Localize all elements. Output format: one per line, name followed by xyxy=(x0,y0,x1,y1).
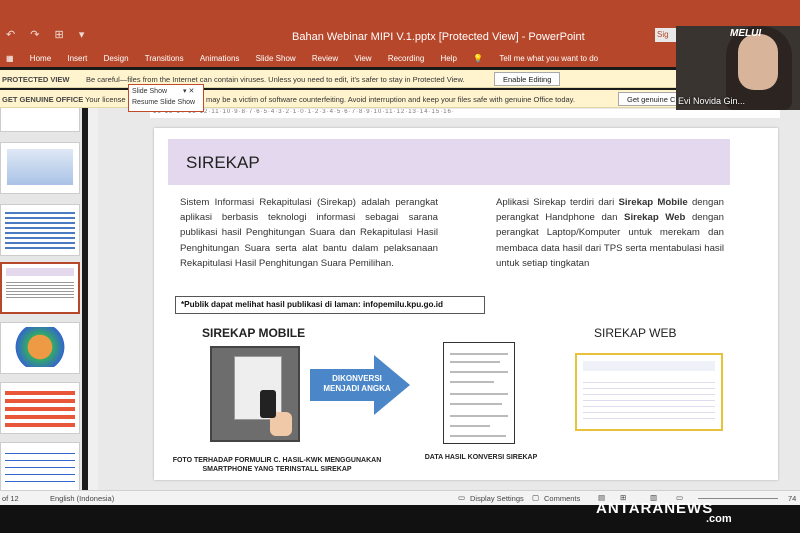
tab-review[interactable]: Review xyxy=(306,52,346,63)
enable-editing-button[interactable]: Enable Editing xyxy=(494,72,561,86)
tab-insert[interactable]: Insert xyxy=(61,52,95,63)
language-status[interactable]: English (Indonesia) xyxy=(50,494,114,503)
genuine-office-message: may be a victim of software counterfeiti… xyxy=(206,95,575,104)
smartphone-icon xyxy=(260,390,276,418)
participant-face xyxy=(738,34,778,90)
genuine-office-title: GET GENUINE OFFICE xyxy=(2,95,84,104)
zoom-level[interactable]: 74 xyxy=(788,494,796,503)
display-settings-button[interactable]: Display Settings xyxy=(470,494,524,503)
close-icon[interactable]: ✕ xyxy=(188,88,194,95)
tab-file[interactable]: ▦ xyxy=(0,52,22,63)
antara-watermark: ANTARANEWS xyxy=(596,500,714,517)
mobile-caption: FOTO TERHADAP FORMULIR C. HASIL-KWK MENG… xyxy=(172,457,382,473)
camera-banner-text: MELUI xyxy=(730,28,762,39)
comments-icon: ▢ xyxy=(532,493,540,502)
thumbnail-scrollbar[interactable] xyxy=(88,108,98,490)
genuine-office-message-start: Your license xyxy=(85,95,126,104)
sirekap-web-heading: SIREKAP WEB xyxy=(594,326,677,340)
slide-thumbnail[interactable] xyxy=(0,108,80,132)
slide-thumbnail[interactable] xyxy=(0,382,80,434)
tab-help[interactable]: Help xyxy=(435,52,465,63)
form-photo-image xyxy=(210,346,300,442)
dropdown-icon[interactable]: ▾ xyxy=(183,88,187,95)
get-genuine-office-button[interactable]: Get genuine C xyxy=(618,92,685,106)
slide-title: SIREKAP xyxy=(186,153,260,172)
tab-view[interactable]: View xyxy=(348,52,379,63)
tab-design[interactable]: Design xyxy=(98,52,137,63)
slide-thumbnail[interactable] xyxy=(0,204,80,256)
sirekap-mobile-heading: SIREKAP MOBILE xyxy=(202,326,306,340)
slide: SIREKAP Sistem Informasi Rekapitulasi (S… xyxy=(154,128,778,480)
protected-view-title: PROTECTED VIEW xyxy=(2,75,70,84)
sirekap-web-bold: Sirekap Web xyxy=(624,212,686,224)
zoom-slider[interactable] xyxy=(698,498,778,499)
slide-show-popup-header: Slide Show ▾ ✕ xyxy=(129,85,203,97)
sirekap-mobile-bold: Sirekap Mobile xyxy=(618,197,688,208)
title-band: SIREKAP xyxy=(168,139,730,185)
slide-thumbnail-panel xyxy=(0,108,82,490)
protected-view-message: Be careful—files from the Internet can c… xyxy=(86,75,465,84)
antara-com-watermark: .com xyxy=(706,513,732,525)
participant-name: Evi Novida Gin... xyxy=(678,96,746,106)
slide-counter: of 12 xyxy=(2,494,19,503)
tab-recording[interactable]: Recording xyxy=(382,52,432,63)
conversion-result-document-image xyxy=(443,342,515,444)
lightbulb-icon: 💡 xyxy=(473,54,484,63)
slide-show-popup-title: Slide Show xyxy=(132,88,168,95)
conversion-caption: DATA HASIL KONVERSI SIREKAP xyxy=(424,454,538,461)
tab-animations[interactable]: Animations xyxy=(194,52,248,63)
window-title: Bahan Webinar MIPI V.1.pptx [Protected V… xyxy=(292,31,585,43)
slide-show-popup: Slide Show ▾ ✕ Resume Slide Show xyxy=(128,84,204,112)
display-settings-icon: ▭ xyxy=(458,493,466,502)
sirekap-web-screenshot xyxy=(575,353,723,431)
tab-transitions[interactable]: Transitions xyxy=(139,52,192,63)
resume-slide-show-item[interactable]: Resume Slide Show xyxy=(129,97,203,108)
components-paragraph: Aplikasi Sirekap terdiri dari Sirekap Mo… xyxy=(496,195,724,271)
slide-thumbnail-selected[interactable] xyxy=(0,262,80,314)
components-text-1: Aplikasi Sirekap terdiri dari xyxy=(496,197,619,208)
sign-in-button[interactable]: Sig xyxy=(655,28,677,42)
slide-thumbnail[interactable] xyxy=(0,322,80,374)
horizontal-ruler: ·16·15·14·13·12·11·10·9·8·7·6·5·4·3·2·1·… xyxy=(150,109,780,118)
slide-thumbnail[interactable] xyxy=(0,442,80,490)
comments-button[interactable]: Comments xyxy=(544,494,580,503)
zoom-watermark: zoom xyxy=(656,444,768,485)
publication-note: *Publik dapat melihat hasil publikasi di… xyxy=(175,296,485,314)
tell-me-input[interactable]: Tell me what you want to do xyxy=(493,52,606,63)
tab-slide-show[interactable]: Slide Show xyxy=(250,52,304,63)
arrow-label: DIKONVERSI MENJADI ANGKA xyxy=(323,374,391,393)
quick-access-toolbar[interactable]: ↶ ↷ ⊞ ▾ xyxy=(6,28,90,41)
definition-paragraph: Sistem Informasi Rekapitulasi (Sirekap) … xyxy=(180,197,438,269)
slide-thumbnail[interactable] xyxy=(0,142,80,194)
tab-home[interactable]: Home xyxy=(24,52,59,63)
